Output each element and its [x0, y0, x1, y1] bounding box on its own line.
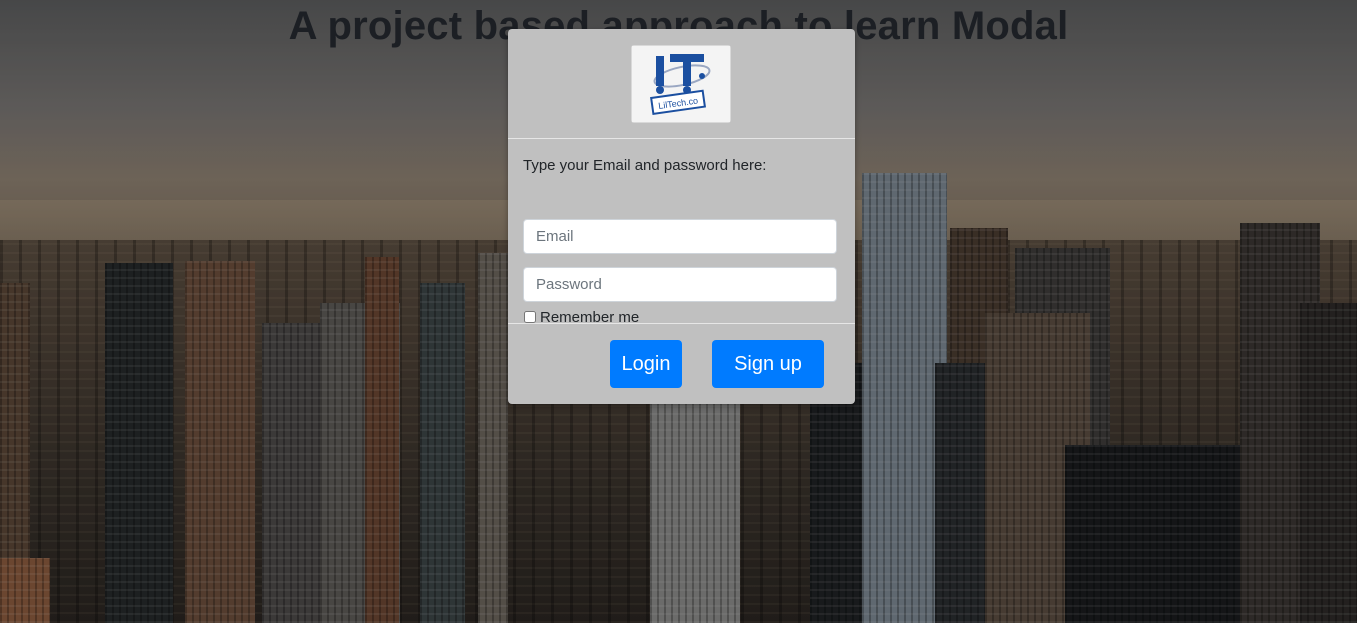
signup-button[interactable]: Sign up	[712, 340, 824, 388]
login-prompt: Type your Email and password here:	[523, 157, 767, 174]
email-field[interactable]	[523, 219, 837, 254]
remember-me-checkbox[interactable]	[524, 311, 536, 323]
logo-graphic: LilTech.co	[632, 46, 730, 122]
brand-logo: LilTech.co	[631, 45, 731, 123]
modal-header: LilTech.co	[508, 29, 855, 139]
password-field[interactable]	[523, 267, 837, 302]
login-modal: LilTech.co Type your Email and password …	[508, 29, 855, 404]
modal-footer: Login Sign up	[508, 323, 855, 405]
login-button[interactable]: Login	[610, 340, 682, 388]
